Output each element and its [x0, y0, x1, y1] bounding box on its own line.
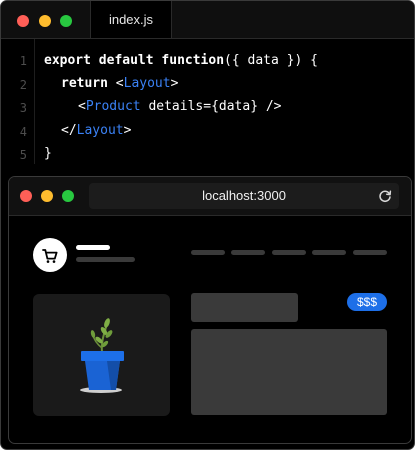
product-image-card[interactable]: [33, 294, 170, 416]
code-line-1: export default function({ data }) {: [44, 53, 318, 68]
minimize-window-button[interactable]: [39, 15, 51, 27]
cart-button[interactable]: [33, 238, 67, 272]
keyword-return: return: [61, 76, 108, 91]
code-editor-window: index.js 1 2 3 4 5 export default functi…: [0, 0, 415, 450]
line-number: 3: [19, 101, 27, 115]
line-number: 5: [19, 148, 27, 162]
code-line-3: <Product details={data} />: [78, 99, 282, 114]
code-area[interactable]: 1 2 3 4 5 export default function({ data…: [1, 39, 414, 169]
maximize-window-button[interactable]: [60, 15, 72, 27]
component-layout: Layout: [123, 76, 171, 91]
nav-link-placeholder[interactable]: [191, 250, 225, 255]
address-bar[interactable]: localhost:3000: [89, 183, 399, 209]
maximize-window-button[interactable]: [62, 190, 74, 202]
nav-link-placeholder[interactable]: [312, 250, 346, 255]
close-window-button[interactable]: [17, 15, 29, 27]
product-props: details={data} />: [140, 99, 282, 114]
editor-titlebar: index.js: [1, 1, 414, 39]
line-number: 1: [19, 54, 27, 68]
jsx-closing-open-bracket: </: [61, 123, 77, 138]
jsx-close-bracket: >: [123, 123, 132, 138]
product-title-placeholder: [191, 293, 298, 322]
nav-link-placeholder[interactable]: [231, 250, 265, 255]
line-number-gutter: 1 2 3 4 5: [1, 39, 35, 164]
product-description-placeholder: [191, 329, 387, 415]
browser-titlebar: localhost:3000: [9, 177, 411, 216]
keyword-function: function: [161, 53, 225, 68]
browser-window: localhost:3000 $$$: [8, 176, 412, 444]
nav-link-placeholder[interactable]: [353, 250, 387, 255]
code-line-4: </Layout>: [61, 123, 131, 138]
keyword-export: export: [44, 53, 91, 68]
tab-index-js[interactable]: index.js: [90, 1, 172, 38]
component-layout-close: Layout: [76, 123, 124, 138]
nav-link-placeholder[interactable]: [272, 250, 306, 255]
jsx-open-bracket: <: [78, 99, 86, 114]
minimize-window-button[interactable]: [41, 190, 53, 202]
site-logo-placeholder: [76, 245, 110, 250]
price-badge: $$$: [347, 293, 387, 311]
line-number: 4: [19, 125, 27, 139]
reload-icon[interactable]: [377, 188, 393, 204]
site-tagline-placeholder: [76, 257, 135, 262]
function-signature: ({ data }) {: [224, 53, 318, 68]
jsx-close-bracket: >: [170, 76, 179, 91]
close-window-button[interactable]: [20, 190, 32, 202]
line-number: 2: [19, 78, 27, 92]
cart-icon: [42, 249, 58, 263]
component-product: Product: [85, 99, 141, 114]
code-line-5: }: [44, 146, 52, 161]
code-line-2: return <Layout>: [61, 76, 178, 91]
jsx-open-bracket: <: [115, 76, 124, 91]
keyword-default: default: [98, 53, 154, 68]
url-text: localhost:3000: [202, 188, 286, 203]
potted-plant-icon: [80, 318, 124, 393]
